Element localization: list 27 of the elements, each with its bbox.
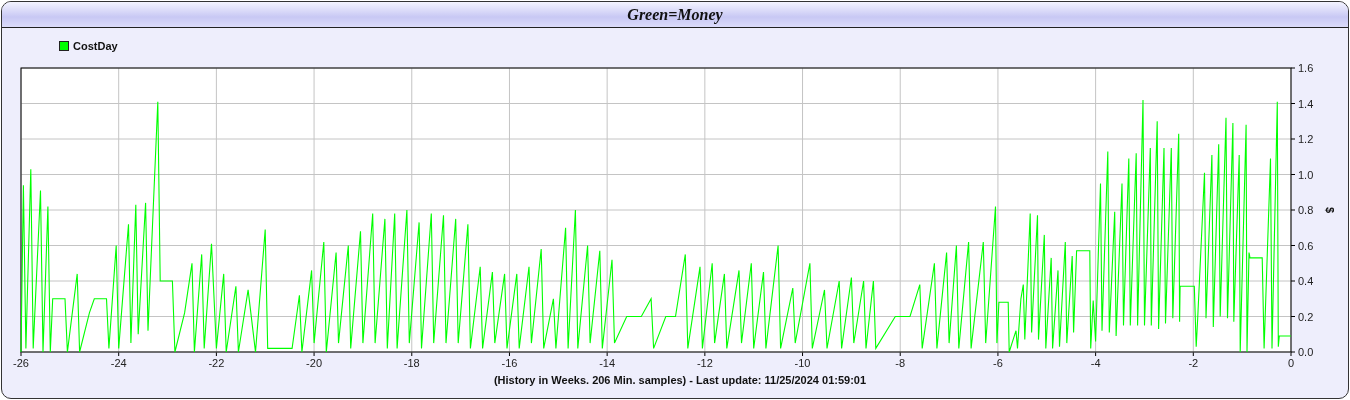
axis-tick-label: -2 bbox=[1188, 357, 1199, 369]
axis-tick-label: 1.4 bbox=[1298, 97, 1314, 110]
axis-tick-label: 0.4 bbox=[1298, 275, 1314, 287]
axis-tick-label: -8 bbox=[895, 357, 906, 369]
axis-tick-label: -18 bbox=[403, 357, 420, 369]
axis-tick-label: -22 bbox=[208, 357, 225, 369]
axis-tick-label: 0.2 bbox=[1298, 310, 1314, 323]
legend-label: CostDay bbox=[73, 40, 118, 52]
window-title: Green=Money bbox=[627, 5, 723, 24]
axis-tick-label: -26 bbox=[13, 357, 29, 369]
chart-caption: (History in Weeks. 206 Min. samples) - Last update: 11/25/2024 01:59:01 bbox=[493, 374, 867, 386]
axis-label: $ bbox=[1324, 206, 1336, 214]
axis-tick-label: 1.0 bbox=[1298, 168, 1314, 181]
axis-tick-label: -20 bbox=[306, 357, 323, 369]
axis-tick-label: 0.6 bbox=[1298, 239, 1314, 252]
axis-tick-label: 0.0 bbox=[1298, 346, 1314, 358]
axis-tick-label: -6 bbox=[993, 357, 1003, 369]
axis-tick-label: -14 bbox=[599, 357, 616, 369]
axis-tick-label: -10 bbox=[794, 357, 811, 369]
axis-tick-label: 1.6 bbox=[1298, 62, 1314, 74]
axis-tick-label: -24 bbox=[110, 357, 127, 369]
axis-tick-label: -16 bbox=[501, 357, 518, 369]
axis-tick-label: -12 bbox=[696, 357, 713, 369]
axis-tick-label: 0 bbox=[1287, 357, 1295, 369]
axis-tick-label: 0.8 bbox=[1298, 204, 1314, 216]
axis-tick-label: -4 bbox=[1090, 357, 1101, 369]
axis-tick-label: 1.2 bbox=[1298, 133, 1314, 145]
